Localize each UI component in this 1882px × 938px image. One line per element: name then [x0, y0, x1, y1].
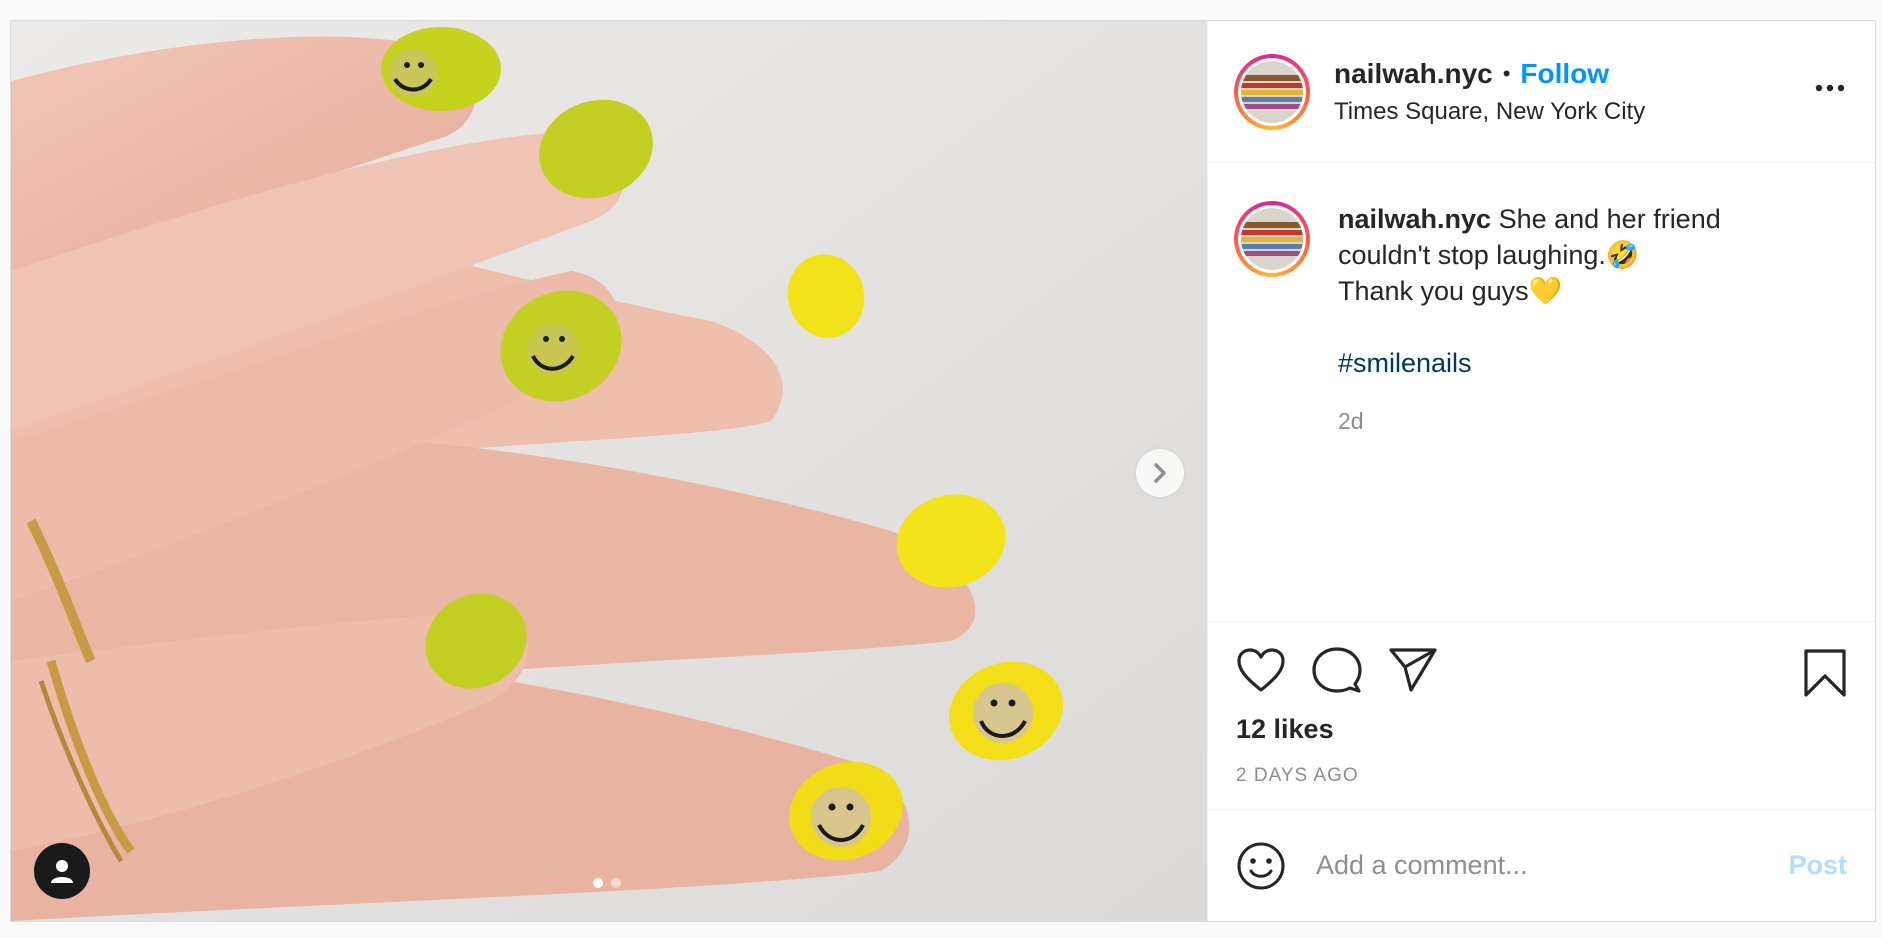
- save-button[interactable]: [1803, 648, 1847, 703]
- carousel-next-button[interactable]: [1136, 449, 1184, 497]
- post-side-panel: nailwah.nyc • Follow Times Square, New Y…: [1207, 21, 1875, 921]
- salon-avatar-image: [1241, 208, 1303, 270]
- caption-text: nailwah.nyc She and her friend couldn't …: [1338, 201, 1758, 439]
- tagged-users-button[interactable]: [34, 843, 90, 899]
- post-card: nailwah.nyc • Follow Times Square, New Y…: [10, 20, 1876, 922]
- bookmark-icon: [1804, 649, 1846, 697]
- comment-input[interactable]: [1314, 849, 1789, 882]
- heart-icon: [1237, 648, 1285, 692]
- caption: nailwah.nyc She and her friend couldn't …: [1234, 201, 1849, 439]
- caption-age[interactable]: 2d: [1338, 403, 1758, 439]
- post-header: nailwah.nyc • Follow Times Square, New Y…: [1208, 21, 1875, 163]
- follow-button[interactable]: Follow: [1520, 58, 1609, 90]
- comment-button[interactable]: [1312, 646, 1362, 694]
- likes-count[interactable]: 12 likes: [1236, 714, 1847, 745]
- post-date: 2 DAYS AGO: [1236, 765, 1359, 786]
- emoji-button[interactable]: [1236, 841, 1286, 891]
- like-button[interactable]: [1236, 647, 1286, 693]
- header-username[interactable]: nailwah.nyc: [1334, 58, 1493, 90]
- separator-dot: •: [1502, 60, 1511, 86]
- caption-username[interactable]: nailwah.nyc: [1338, 204, 1491, 234]
- comments-area: nailwah.nyc She and her friend couldn't …: [1208, 163, 1875, 621]
- post-media[interactable]: [11, 21, 1207, 921]
- nail-art-photo: [11, 21, 1207, 921]
- action-bar: 12 likes 2 DAYS AGO: [1208, 621, 1875, 809]
- avatar[interactable]: [1234, 53, 1310, 130]
- caption-line2: Thank you guys💛: [1338, 276, 1563, 306]
- carousel-indicator: [593, 878, 621, 888]
- carousel-dot: [611, 878, 621, 888]
- share-button[interactable]: [1388, 647, 1438, 693]
- more-options-button[interactable]: [1815, 79, 1845, 97]
- send-icon: [1389, 648, 1437, 692]
- comment-icon: [1312, 647, 1362, 693]
- location-link[interactable]: Times Square, New York City: [1334, 98, 1645, 126]
- carousel-dot-active: [593, 878, 603, 888]
- add-comment-form: Post: [1208, 809, 1875, 921]
- caption-avatar[interactable]: [1234, 201, 1310, 277]
- emoji-icon: [1237, 842, 1285, 889]
- post-comment-button[interactable]: Post: [1788, 850, 1847, 881]
- user-icon: [51, 860, 73, 883]
- hashtag-link[interactable]: #smilenails: [1338, 345, 1758, 381]
- chevron-right-icon: [1154, 463, 1166, 483]
- more-horizontal-icon: [1815, 84, 1845, 92]
- salon-avatar-image: [1241, 60, 1303, 123]
